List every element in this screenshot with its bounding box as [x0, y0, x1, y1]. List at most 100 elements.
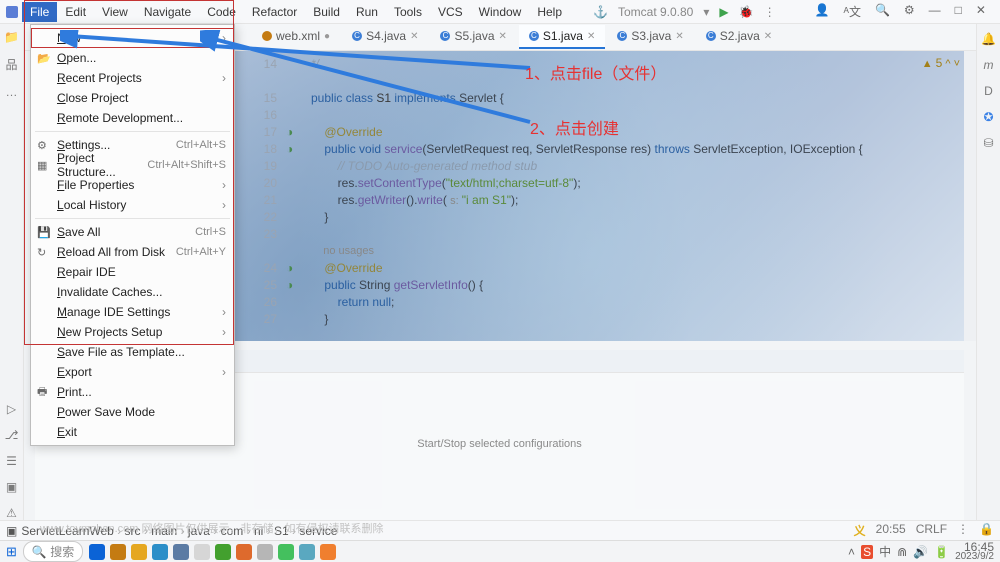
tray-clock[interactable]: 16:452023/9/2	[955, 542, 994, 562]
menu-item[interactable]: 🖶Print...	[31, 382, 234, 402]
tab-label: S1.java	[543, 29, 583, 43]
taskbar-app[interactable]	[194, 544, 210, 560]
terminal-icon[interactable]: ▣	[6, 480, 17, 494]
search-box[interactable]: 🔍 搜索	[23, 541, 83, 562]
tab-close-icon[interactable]: ✕	[499, 31, 507, 42]
tray-up-icon[interactable]: ˄	[848, 545, 855, 559]
yi-icon[interactable]: 义	[854, 522, 866, 539]
menu-item[interactable]: ▦Project Structure...Ctrl+Alt+Shift+S	[31, 155, 234, 175]
ai-icon[interactable]: ✪	[983, 110, 993, 124]
start-icon[interactable]: ⊞	[6, 544, 17, 560]
tab-s5[interactable]: CS5.java✕	[430, 25, 516, 49]
tab-label: web.xml	[276, 29, 320, 43]
warnings-badge[interactable]: 5 ^ ˅	[922, 56, 960, 70]
menu-item[interactable]: 💾Save AllCtrl+S	[31, 222, 234, 242]
menu-navigate[interactable]: Navigate	[136, 2, 199, 22]
menu-run[interactable]: Run	[348, 2, 386, 22]
settings-icon[interactable]: ⚙	[904, 3, 915, 20]
git-icon[interactable]: ⎇	[5, 428, 19, 442]
run-icon[interactable]: ▶	[719, 5, 728, 19]
more-run-icon[interactable]: ⋮	[764, 5, 776, 19]
tab-close-icon[interactable]: ✕	[587, 31, 595, 42]
taskbar-app[interactable]	[131, 544, 147, 560]
tab-s4[interactable]: CS4.java✕	[342, 25, 428, 49]
tray-ime-icon[interactable]: S	[861, 545, 873, 559]
menu-item[interactable]: Manage IDE Settings›	[31, 302, 234, 322]
debug-icon[interactable]: 🐞	[739, 5, 754, 19]
menu-file[interactable]: File	[22, 2, 57, 22]
translate-icon[interactable]: ᴬ文	[844, 3, 861, 20]
notifications-icon[interactable]: 🔔	[981, 32, 996, 46]
menu-help[interactable]: Help	[529, 2, 570, 22]
taskbar-app[interactable]	[299, 544, 315, 560]
bookmarks-icon[interactable]: …	[6, 85, 18, 99]
editor-scroll-stripe[interactable]	[964, 51, 976, 341]
menu-item[interactable]: Local History›	[31, 195, 234, 215]
project-icon[interactable]: 📁	[4, 30, 19, 44]
tray-battery-icon[interactable]: 🔋	[934, 545, 949, 559]
line-ending[interactable]: CRLF	[916, 522, 947, 539]
menu-code[interactable]: Code	[199, 2, 244, 22]
maximize-icon[interactable]: □	[955, 3, 962, 20]
menu-build[interactable]: Build	[305, 2, 348, 22]
problems-icon[interactable]: ⚠	[6, 506, 17, 520]
taskbar-app[interactable]	[257, 544, 273, 560]
status-more-icon[interactable]: ⋮	[957, 522, 969, 539]
db-icon[interactable]: ⛁	[983, 136, 993, 150]
menu-window[interactable]: Window	[471, 2, 530, 22]
taskbar-app[interactable]	[320, 544, 336, 560]
letter-d-icon[interactable]: D	[984, 84, 993, 98]
run-config[interactable]: ⚓ Tomcat 9.0.80 ▾ ▶ 🐞 ⋮	[593, 5, 776, 19]
menu-item[interactable]: ↻Reload All from DiskCtrl+Alt+Y	[31, 242, 234, 262]
tab-webxml[interactable]: web.xml●	[252, 25, 340, 49]
taskbar-app[interactable]	[110, 544, 126, 560]
taskbar-app[interactable]	[278, 544, 294, 560]
taskbar-app[interactable]	[152, 544, 168, 560]
taskbar-apps[interactable]	[89, 544, 336, 560]
menu-item[interactable]: Invalidate Caches...	[31, 282, 234, 302]
menu-view[interactable]: View	[94, 2, 136, 22]
taskbar-app[interactable]	[215, 544, 231, 560]
tray-wifi-icon[interactable]: ⋒	[897, 545, 907, 559]
letter-m-icon[interactable]: m	[984, 58, 994, 72]
menu-item[interactable]: Recent Projects›	[31, 68, 234, 88]
run-tool-icon[interactable]: ▷	[7, 402, 16, 416]
code-content[interactable]: */public class S1 implements Servlet { @…	[311, 56, 863, 341]
menu-vcs[interactable]: VCS	[430, 2, 471, 22]
menu-refactor[interactable]: Refactor	[244, 2, 305, 22]
menu-item[interactable]: Power Save Mode	[31, 402, 234, 422]
menu-item[interactable]: Save File as Template...	[31, 342, 234, 362]
minimize-icon[interactable]: —	[929, 3, 941, 20]
menu-item[interactable]: Exit	[31, 422, 234, 442]
menu-tools[interactable]: Tools	[386, 2, 430, 22]
tab-close-icon[interactable]: ✕	[410, 31, 418, 42]
tab-s2[interactable]: CS2.java✕	[696, 25, 782, 49]
tab-s1[interactable]: CS1.java✕	[519, 25, 605, 49]
tray-volume-icon[interactable]: 🔊	[913, 545, 928, 559]
menu-item[interactable]: Close Project	[31, 88, 234, 108]
class-icon: C	[440, 31, 450, 41]
taskbar-app[interactable]	[236, 544, 252, 560]
tab-close-icon[interactable]: ✕	[675, 31, 683, 42]
status-lock-icon[interactable]: 🔒	[979, 522, 994, 539]
run-config-dropdown-icon[interactable]: ▾	[703, 5, 709, 19]
user-icon[interactable]: 👤	[815, 3, 830, 20]
menu-item[interactable]: New Projects Setup›	[31, 322, 234, 342]
taskbar-app[interactable]	[89, 544, 105, 560]
structure-icon[interactable]: 品	[5, 56, 17, 73]
tab-s3[interactable]: CS3.java✕	[607, 25, 693, 49]
menu-item[interactable]: Export›	[31, 362, 234, 382]
menu-item[interactable]: Repair IDE	[31, 262, 234, 282]
taskbar-app[interactable]	[173, 544, 189, 560]
tray-cn-icon[interactable]: 中	[879, 543, 891, 560]
close-icon[interactable]: ✕	[976, 3, 986, 20]
services-tool-icon[interactable]: ☰	[6, 454, 17, 468]
tab-close-icon[interactable]: ✕	[764, 31, 772, 42]
search-icon[interactable]: 🔍	[875, 3, 890, 20]
app-icon	[6, 6, 18, 18]
menu-item[interactable]: New›	[31, 28, 234, 48]
menu-item[interactable]: Remote Development...	[31, 108, 234, 128]
menu-item[interactable]: 📂Open...	[31, 48, 234, 68]
menu-edit[interactable]: Edit	[57, 2, 94, 22]
menu-item[interactable]: File Properties›	[31, 175, 234, 195]
